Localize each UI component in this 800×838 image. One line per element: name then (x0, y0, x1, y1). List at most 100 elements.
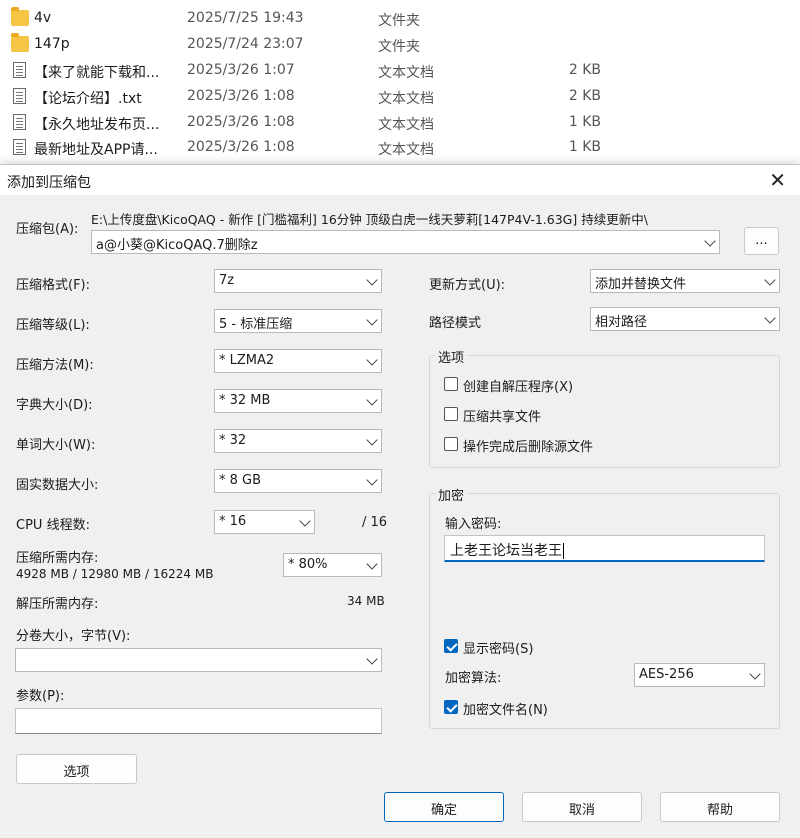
file-row[interactable]: 4v 2025/7/25 19:43 文件夹 (0, 6, 800, 32)
show-password-label: 显示密码(S) (463, 642, 534, 657)
update-label: 更新方式(U): (429, 278, 506, 293)
word-value: * 32 (219, 433, 247, 448)
file-type: 文本文档 (378, 117, 434, 133)
file-type: 文本文档 (378, 65, 434, 81)
mem-percent-value: * 80% (288, 557, 328, 572)
file-name: 【来了就能下载和... (34, 65, 160, 81)
word-select[interactable]: * 32 (214, 429, 382, 453)
file-date: 2025/3/26 1:08 (187, 114, 295, 130)
sfx-label: 创建自解压程序(X) (463, 380, 574, 395)
mem-label: 压缩所需内存: (16, 551, 99, 566)
delete-after-checkbox[interactable] (444, 437, 458, 451)
level-select[interactable]: 5 - 标准压缩 (214, 309, 382, 333)
chevron-down-icon (366, 434, 378, 446)
folder-icon (11, 33, 29, 52)
file-date: 2025/7/24 23:07 (187, 36, 304, 52)
update-value: 添加并替换文件 (595, 277, 687, 292)
file-size: 1 KB (568, 139, 601, 155)
method-value: * LZMA2 (219, 353, 275, 368)
help-button[interactable]: 帮助 (660, 792, 780, 822)
shared-label: 压缩共享文件 (463, 410, 542, 425)
shared-checkbox[interactable] (444, 407, 458, 421)
chevron-down-icon (764, 274, 776, 286)
encrypt-names-checkbox[interactable] (444, 700, 458, 714)
file-row[interactable]: 最新地址及APP请... 2025/3/26 1:08 文本文档 1 KB (0, 135, 800, 161)
mem-values: 4928 MB / 12980 MB / 16224 MB (16, 567, 214, 581)
params-label: 参数(P): (16, 689, 65, 704)
level-value: 5 - 标准压缩 (219, 317, 293, 332)
archive-name-value: a@小葵@KicoQAQ.7删除z (96, 238, 258, 253)
file-date: 2025/7/25 19:43 (187, 10, 304, 26)
show-password-checkbox[interactable] (444, 639, 458, 653)
file-name: 147p (34, 36, 70, 52)
chevron-down-icon (366, 274, 378, 286)
dict-label: 字典大小(D): (16, 398, 93, 413)
text-file-icon (13, 139, 26, 155)
file-type: 文件夹 (378, 13, 420, 29)
enc-method-label: 加密算法: (445, 671, 502, 686)
file-row[interactable]: 147p 2025/7/24 23:07 文件夹 (0, 32, 800, 58)
file-size: 2 KB (568, 62, 601, 78)
path-mode-label: 路径模式 (429, 316, 482, 331)
file-row[interactable]: 【论坛介绍】.txt 2025/3/26 1:08 文本文档 2 KB (0, 84, 800, 110)
params-input[interactable] (15, 708, 382, 734)
text-file-icon (13, 88, 26, 104)
add-to-archive-dialog: 添加到压缩包 ✕ 压缩包(A): E:\上传度盘\KicoQAQ - 新作 [门… (0, 164, 800, 838)
chevron-down-icon (704, 235, 716, 247)
file-date: 2025/3/26 1:08 (187, 88, 295, 104)
options-button[interactable]: 选项 (16, 754, 137, 784)
path-mode-select[interactable]: 相对路径 (590, 307, 780, 331)
file-row[interactable]: 【永久地址发布页... 2025/3/26 1:08 文本文档 1 KB (0, 110, 800, 136)
sfx-checkbox[interactable] (444, 377, 458, 391)
update-select[interactable]: 添加并替换文件 (590, 269, 780, 293)
file-size: 1 KB (568, 114, 601, 130)
password-input[interactable]: 上老王论坛当老王 (444, 535, 765, 562)
file-date: 2025/3/26 1:08 (187, 139, 295, 155)
chevron-down-icon (366, 314, 378, 326)
enc-method-select[interactable]: AES-256 (634, 663, 765, 687)
archive-path: E:\上传度盘\KicoQAQ - 新作 [门槛福利] 16分钟 顶级白虎一线天… (91, 212, 648, 227)
chevron-down-icon (366, 653, 378, 665)
file-type: 文本文档 (378, 142, 434, 158)
file-date: 2025/3/26 1:07 (187, 62, 295, 78)
cancel-button[interactable]: 取消 (522, 792, 642, 822)
text-file-icon (13, 62, 26, 78)
browse-button[interactable]: ... (744, 227, 779, 255)
file-name: 最新地址及APP请... (34, 142, 158, 158)
path-mode-value: 相对路径 (595, 315, 648, 330)
solid-value: * 8 GB (219, 473, 262, 488)
file-row[interactable]: 【来了就能下载和... 2025/3/26 1:07 文本文档 2 KB (0, 58, 800, 84)
file-type: 文本文档 (378, 91, 434, 107)
file-type: 文件夹 (378, 39, 420, 55)
dialog-title: 添加到压缩包 (7, 175, 91, 191)
archive-name-combo[interactable]: a@小葵@KicoQAQ.7删除z (91, 230, 720, 254)
password-label: 输入密码: (445, 517, 502, 532)
chevron-down-icon (299, 515, 311, 527)
chevron-down-icon (366, 474, 378, 486)
file-name: 【永久地址发布页... (34, 117, 160, 133)
volume-label: 分卷大小，字节(V): (16, 629, 131, 644)
title-bar: 添加到压缩包 ✕ (0, 165, 800, 195)
chevron-down-icon (366, 558, 378, 570)
enc-method-value: AES-256 (639, 667, 694, 682)
format-value: 7z (219, 273, 235, 288)
volume-select[interactable] (15, 648, 382, 672)
format-select[interactable]: 7z (214, 269, 382, 293)
solid-label: 固实数据大小: (16, 478, 99, 493)
solid-select[interactable]: * 8 GB (214, 469, 382, 493)
level-label: 压缩等级(L): (16, 318, 90, 333)
format-label: 压缩格式(F): (16, 278, 91, 293)
dict-select[interactable]: * 32 MB (214, 389, 382, 413)
text-file-icon (13, 114, 26, 130)
file-name: 4v (34, 10, 52, 26)
chevron-down-icon (366, 354, 378, 366)
threads-select[interactable]: * 16 (214, 510, 315, 534)
method-label: 压缩方法(M): (16, 358, 94, 373)
close-icon[interactable]: ✕ (769, 168, 786, 192)
threads-max: / 16 (362, 515, 388, 530)
mem-percent-select[interactable]: * 80% (283, 553, 382, 577)
chevron-down-icon (366, 394, 378, 406)
password-value: 上老王论坛当老王 (450, 543, 562, 559)
ok-button[interactable]: 确定 (384, 792, 504, 822)
method-select[interactable]: * LZMA2 (214, 349, 382, 373)
